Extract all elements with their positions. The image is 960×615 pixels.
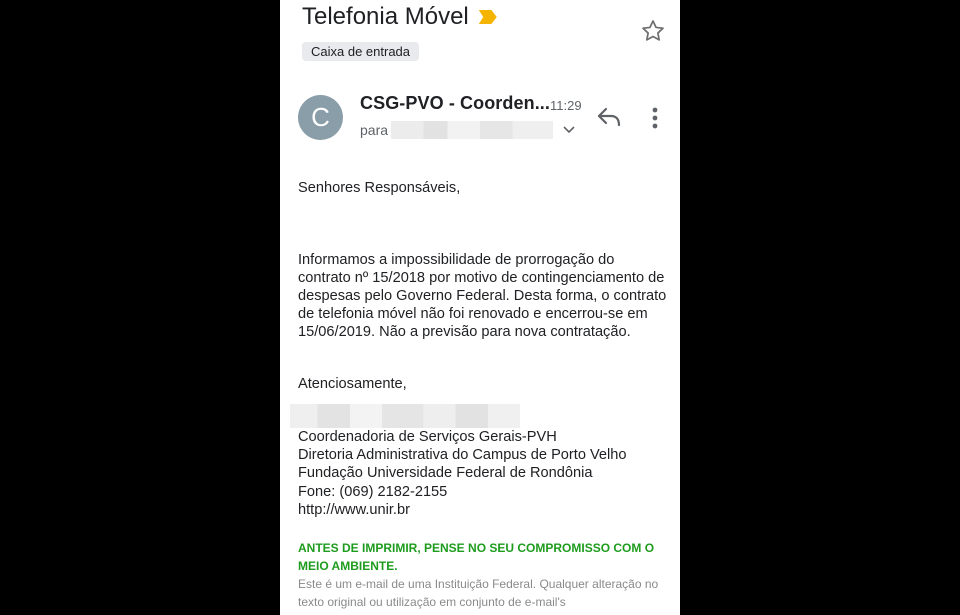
signature-directorate: Diretoria Administrativa do Campus de Po… xyxy=(298,447,627,463)
signature-university: Fundação Universidade Federal de Rondôni… xyxy=(298,465,593,481)
environment-notice: ANTES DE IMPRIMIR, PENSE NO SEU COMPROMI… xyxy=(298,541,655,573)
email-subject: Telefonia Móvel xyxy=(302,3,469,30)
inbox-label-chip[interactable]: Caixa de entrada xyxy=(302,42,420,61)
signature-website-link[interactable]: http://www.unir.br xyxy=(298,502,410,518)
email-time: 11:29 xyxy=(550,98,582,113)
signature-department: Coordenadoria de Serviços Gerais-PVH xyxy=(298,429,557,445)
email-greeting: Senhores Responsáveis, xyxy=(298,180,461,196)
legal-disclaimer: Este é um e-mail de uma Instituição Fede… xyxy=(298,577,659,609)
more-vertical-icon[interactable] xyxy=(642,106,668,130)
importance-marker-icon[interactable] xyxy=(478,10,497,24)
recipient-row[interactable]: para xyxy=(360,121,575,139)
star-outline-icon[interactable] xyxy=(640,18,666,44)
to-label: para xyxy=(360,122,389,138)
sender-name[interactable]: CSG-PVO - Coorden... xyxy=(360,93,550,114)
chevron-down-icon[interactable] xyxy=(563,126,575,134)
redacted-signature-name xyxy=(290,404,520,428)
reply-icon[interactable] xyxy=(596,106,622,128)
sender-avatar[interactable]: C xyxy=(298,95,343,140)
email-paragraph: Informamos a impossibilidade de prorroga… xyxy=(298,252,667,340)
email-closing: Atenciosamente, xyxy=(298,376,407,392)
redacted-recipient xyxy=(391,121,554,139)
email-view: Telefonia Móvel Caixa de entrada C CSG-P… xyxy=(280,0,680,615)
email-subject-row: Telefonia Móvel xyxy=(302,3,497,31)
signature-phone: Fone: (069) 2182-2155 xyxy=(298,484,448,500)
